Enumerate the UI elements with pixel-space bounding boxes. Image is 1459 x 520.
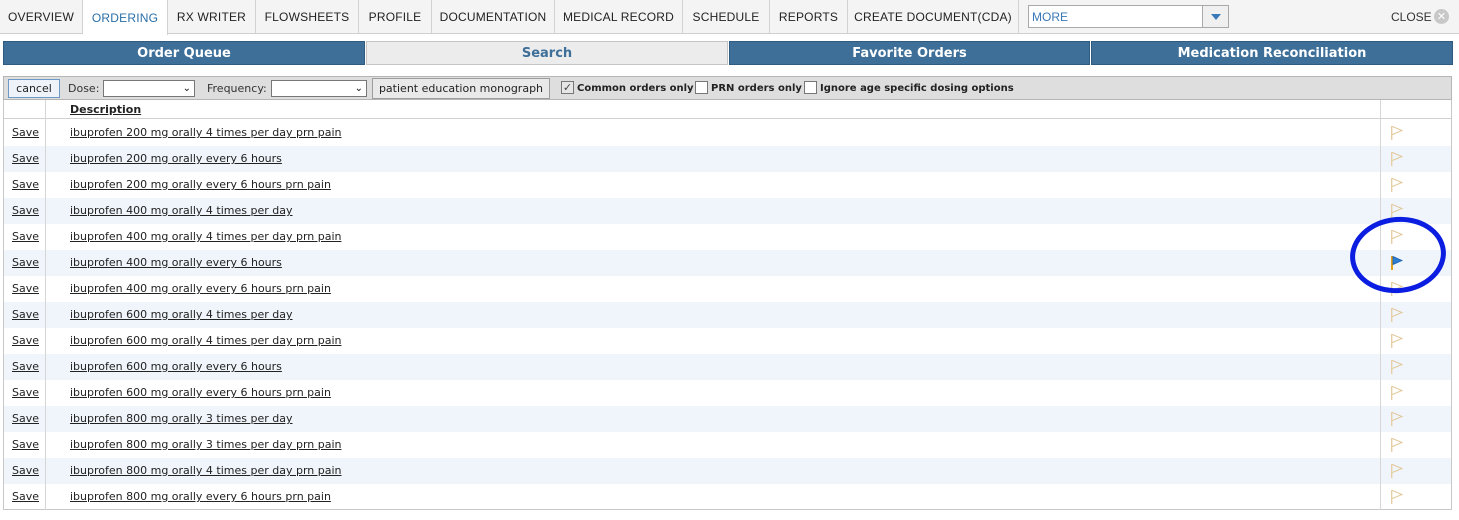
order-description-link[interactable]: ibuprofen 600 mg orally 4 times per day … xyxy=(70,334,342,347)
table-row: Save ibuprofen 600 mg orally every 6 hour… xyxy=(4,380,1451,406)
table-row: Save ibuprofen 400 mg orally 4 times per … xyxy=(4,224,1451,250)
search-toolbar: cancel Dose: ⌄ Frequency: ⌄ patient educ… xyxy=(3,76,1452,100)
close-icon[interactable]: ✕ xyxy=(1434,9,1449,24)
table-row: Save ibuprofen 600 mg orally every 6 hour… xyxy=(4,354,1451,380)
tab-profile[interactable]: PROFILE xyxy=(359,0,432,34)
order-description-link[interactable]: ibuprofen 400 mg orally 4 times per day xyxy=(70,204,293,217)
ignore-age-checkbox[interactable] xyxy=(804,81,817,94)
order-description-link[interactable]: ibuprofen 600 mg orally every 6 hours pr… xyxy=(70,386,331,399)
table-row: Save ibuprofen 600 mg orally 4 times per … xyxy=(4,302,1451,328)
save-link[interactable]: Save xyxy=(12,490,39,503)
ignore-age-label: Ignore age specific dosing options xyxy=(820,83,1014,94)
common-orders-checkbox[interactable]: ✓ xyxy=(561,81,574,94)
save-link[interactable]: Save xyxy=(12,360,39,373)
order-description-link[interactable]: ibuprofen 200 mg orally 4 times per day … xyxy=(70,126,342,139)
flag-outline-icon[interactable] xyxy=(1390,307,1404,323)
flag-outline-icon[interactable] xyxy=(1390,359,1404,375)
tab-reports[interactable]: REPORTS xyxy=(770,0,848,34)
order-description-link[interactable]: ibuprofen 800 mg orally every 6 hours pr… xyxy=(70,490,331,503)
table-row: Save ibuprofen 400 mg orally 4 times per … xyxy=(4,198,1451,224)
table-row: Save ibuprofen 800 mg orally 3 times per … xyxy=(4,406,1451,432)
save-link[interactable]: Save xyxy=(12,438,39,451)
save-link[interactable]: Save xyxy=(12,204,39,217)
column-divider xyxy=(45,100,46,510)
save-link[interactable]: Save xyxy=(12,256,39,269)
order-description-link[interactable]: ibuprofen 600 mg orally every 6 hours xyxy=(70,360,282,373)
tab-schedule[interactable]: SCHEDULE xyxy=(683,0,770,34)
chevron-down-icon: ⌄ xyxy=(354,83,363,94)
top-navigation: OVERVIEW ORDERING RX WRITER FLOWSHEETS P… xyxy=(0,0,1459,35)
tab-ordering[interactable]: ORDERING xyxy=(83,0,168,35)
flag-outline-icon[interactable] xyxy=(1390,385,1404,401)
prn-orders-label: PRN orders only xyxy=(711,83,802,94)
order-description-link[interactable]: ibuprofen 400 mg orally 4 times per day … xyxy=(70,230,342,243)
order-description-link[interactable]: ibuprofen 200 mg orally every 6 hours pr… xyxy=(70,178,331,191)
table-row: Save ibuprofen 400 mg orally every 6 hour… xyxy=(4,276,1451,302)
close-button[interactable]: CLOSE xyxy=(1391,10,1432,24)
order-description-link[interactable]: ibuprofen 200 mg orally every 6 hours xyxy=(70,152,282,165)
chevron-down-icon[interactable] xyxy=(1202,6,1228,27)
table-row: Save ibuprofen 600 mg orally 4 times per … xyxy=(4,328,1451,354)
tab-documentation[interactable]: DOCUMENTATION xyxy=(432,0,555,34)
save-link[interactable]: Save xyxy=(12,126,39,139)
save-link[interactable]: Save xyxy=(12,178,39,191)
order-description-link[interactable]: ibuprofen 400 mg orally every 6 hours xyxy=(70,256,282,269)
dose-label: Dose: xyxy=(68,82,100,95)
tab-rx-writer[interactable]: RX WRITER xyxy=(168,0,256,34)
tab-overview[interactable]: OVERVIEW xyxy=(0,0,83,34)
save-link[interactable]: Save xyxy=(12,308,39,321)
common-orders-label: Common orders only xyxy=(577,83,694,94)
save-link[interactable]: Save xyxy=(12,230,39,243)
save-link[interactable]: Save xyxy=(12,282,39,295)
tab-order-queue[interactable]: Order Queue xyxy=(3,41,365,65)
order-description-link[interactable]: ibuprofen 800 mg orally 3 times per day … xyxy=(70,438,342,451)
column-header-description[interactable]: Description xyxy=(70,103,141,116)
save-link[interactable]: Save xyxy=(12,386,39,399)
table-row: Save ibuprofen 200 mg orally every 6 hour… xyxy=(4,146,1451,172)
tab-favorite-orders[interactable]: Favorite Orders xyxy=(729,41,1090,65)
table-row: Save ibuprofen 800 mg orally 3 times per … xyxy=(4,432,1451,458)
table-row: Save ibuprofen 800 mg orally every 6 hour… xyxy=(4,484,1451,510)
order-description-link[interactable]: ibuprofen 800 mg orally 4 times per day … xyxy=(70,464,342,477)
tab-medical-record[interactable]: MEDICAL RECORD xyxy=(555,0,683,34)
order-description-link[interactable]: ibuprofen 600 mg orally 4 times per day xyxy=(70,308,293,321)
prn-orders-checkbox[interactable] xyxy=(695,81,708,94)
save-link[interactable]: Save xyxy=(12,152,39,165)
flag-outline-icon[interactable] xyxy=(1390,151,1404,167)
flag-outline-icon[interactable] xyxy=(1390,437,1404,453)
tab-flowsheets[interactable]: FLOWSHEETS xyxy=(256,0,359,34)
tab-medication-reconciliation[interactable]: Medication Reconciliation xyxy=(1091,41,1453,65)
flag-outline-icon[interactable] xyxy=(1390,177,1404,193)
results-table: Description Save ibuprofen 200 mg orally … xyxy=(3,100,1452,510)
table-row: Save ibuprofen 800 mg orally 4 times per … xyxy=(4,458,1451,484)
tab-create-document[interactable]: CREATE DOCUMENT(CDA) xyxy=(848,0,1019,34)
flag-outline-icon[interactable] xyxy=(1390,489,1404,505)
table-row: Save ibuprofen 200 mg orally 4 times per … xyxy=(4,120,1451,146)
dose-select[interactable]: ⌄ xyxy=(103,80,195,97)
table-header: Description xyxy=(4,100,1451,119)
column-divider xyxy=(1380,100,1381,510)
flag-outline-icon[interactable] xyxy=(1390,333,1404,349)
cancel-button[interactable]: cancel xyxy=(8,79,60,98)
flag-outline-icon[interactable] xyxy=(1390,411,1404,427)
table-row: Save ibuprofen 200 mg orally every 6 hour… xyxy=(4,172,1451,198)
flag-outline-icon[interactable] xyxy=(1390,125,1404,141)
table-row: Save ibuprofen 400 mg orally every 6 hour… xyxy=(4,250,1451,276)
frequency-label: Frequency: xyxy=(207,82,267,95)
more-label: MORE xyxy=(1032,10,1068,24)
order-description-link[interactable]: ibuprofen 800 mg orally 3 times per day xyxy=(70,412,293,425)
more-dropdown[interactable]: MORE xyxy=(1028,5,1229,28)
save-link[interactable]: Save xyxy=(12,334,39,347)
tab-search[interactable]: Search xyxy=(366,41,728,65)
save-link[interactable]: Save xyxy=(12,464,39,477)
patient-education-button[interactable]: patient education monograph xyxy=(372,78,550,99)
frequency-select[interactable]: ⌄ xyxy=(271,80,367,97)
save-link[interactable]: Save xyxy=(12,412,39,425)
order-description-link[interactable]: ibuprofen 400 mg orally every 6 hours pr… xyxy=(70,282,331,295)
chevron-down-icon: ⌄ xyxy=(182,83,191,94)
flag-outline-icon[interactable] xyxy=(1390,463,1404,479)
